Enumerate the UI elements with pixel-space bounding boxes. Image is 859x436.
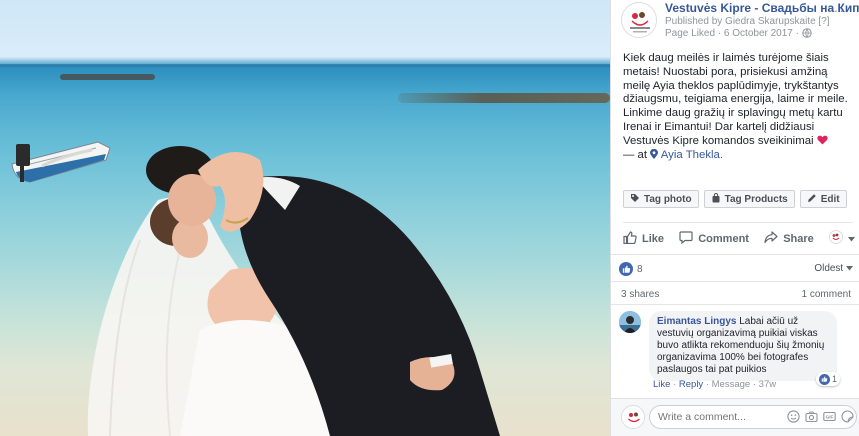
emoji-icon[interactable] (787, 410, 800, 423)
reactions-count: 8 (637, 263, 643, 275)
comment-bubble-icon (679, 230, 693, 247)
comment-like-count: 1 (832, 374, 838, 384)
caret-down-icon (846, 263, 853, 274)
like-reaction-icon (619, 262, 633, 276)
page-logo-icon (623, 4, 656, 37)
divider (611, 281, 859, 282)
like-reaction-icon (819, 373, 830, 385)
composer-tools: GIF (787, 410, 854, 423)
comment-label: Comment (698, 232, 749, 245)
comment-like-badge[interactable]: 1 (816, 372, 841, 386)
globe-icon (802, 28, 812, 41)
post-timestamp[interactable]: Page Liked · 6 October 2017 · (665, 28, 812, 41)
shopping-bag-icon (711, 192, 721, 206)
sticker-icon[interactable] (841, 410, 854, 423)
share-label: Share (783, 232, 814, 245)
post-photo[interactable] (0, 0, 610, 436)
distant-rocks (60, 74, 155, 80)
comment-meta: Like · Reply · Message · 37w (653, 379, 777, 390)
like-label: Like (642, 232, 665, 245)
comment-like-link[interactable]: Like (653, 379, 670, 390)
svg-text:GIF: GIF (826, 415, 834, 420)
edit-button[interactable]: Edit (799, 190, 847, 208)
comment-button[interactable]: Comment (679, 230, 749, 247)
published-by: Published by Giedra Skarupskaite [?] (665, 16, 830, 27)
tag-photo-label: Tag photo (644, 193, 692, 205)
post-as-selector[interactable] (828, 230, 855, 247)
edit-label: Edit (820, 193, 840, 205)
post-message-text: Kiek daug meilės ir laimės turėjome šiai… (623, 52, 848, 147)
couple-image (87, 146, 500, 436)
shares-count[interactable]: 3 shares (621, 289, 659, 300)
page-liked-text: Page Liked · 6 October 2017 · (665, 28, 799, 39)
tag-icon (630, 193, 640, 206)
reactions-summary[interactable]: 8 (619, 262, 643, 276)
avatar[interactable] (619, 311, 641, 333)
like-button[interactable]: Like (623, 230, 665, 247)
comment-reply-link[interactable]: Reply (679, 379, 703, 390)
sea-horizon (0, 64, 610, 67)
location-pin-icon (650, 148, 661, 161)
post-actions: Like Comment Share (623, 230, 855, 247)
gif-icon[interactable]: GIF (823, 410, 836, 423)
comment-author-link[interactable]: Eimantas Lingys (657, 316, 736, 327)
divider (611, 304, 859, 305)
post-panel: Vestuvės Kipre - Свадьбы на Кипре Publis… (610, 0, 859, 436)
comment-composer: GIF (611, 398, 859, 436)
share-button[interactable]: Share (764, 230, 814, 247)
share-arrow-icon (764, 230, 778, 247)
divider (623, 222, 853, 223)
tag-products-button[interactable]: Tag Products (703, 190, 795, 208)
heart-icon (817, 135, 828, 147)
camera-icon[interactable] (805, 410, 818, 423)
caret-down-icon (847, 233, 855, 245)
post-header: Vestuvės Kipre - Свадьбы на Кипре Publis… (621, 0, 859, 40)
sort-label: Oldest (814, 263, 844, 274)
thumbs-up-icon (623, 230, 637, 247)
pencil-icon (807, 193, 817, 206)
photo-tools: Tag photo Tag Products Edit (623, 190, 847, 208)
page-avatar (621, 405, 645, 429)
shore-rocks (398, 93, 610, 103)
tag-products-label: Tag Products (724, 193, 788, 205)
post-options-button[interactable]: ··· (828, 2, 845, 18)
location-prefix: — at (623, 148, 648, 161)
location-link[interactable]: Ayia Thekla. (661, 149, 723, 161)
post-message: Kiek daug meilės ir laimės turėjome šiai… (623, 52, 855, 162)
divider (611, 254, 859, 255)
tag-photo-button[interactable]: Tag photo (623, 190, 699, 208)
comment-message-link[interactable]: Message (712, 379, 751, 390)
comment-bubble: Eimantas Lingys Labai ačiū už vestuvių o… (649, 311, 837, 381)
comment-time[interactable]: 37w (759, 379, 776, 390)
comment-sort-dropdown[interactable]: Oldest (814, 263, 853, 274)
page-avatar[interactable] (621, 2, 657, 38)
comments-count[interactable]: 1 comment (802, 289, 851, 300)
page-mini-avatar (828, 230, 843, 247)
